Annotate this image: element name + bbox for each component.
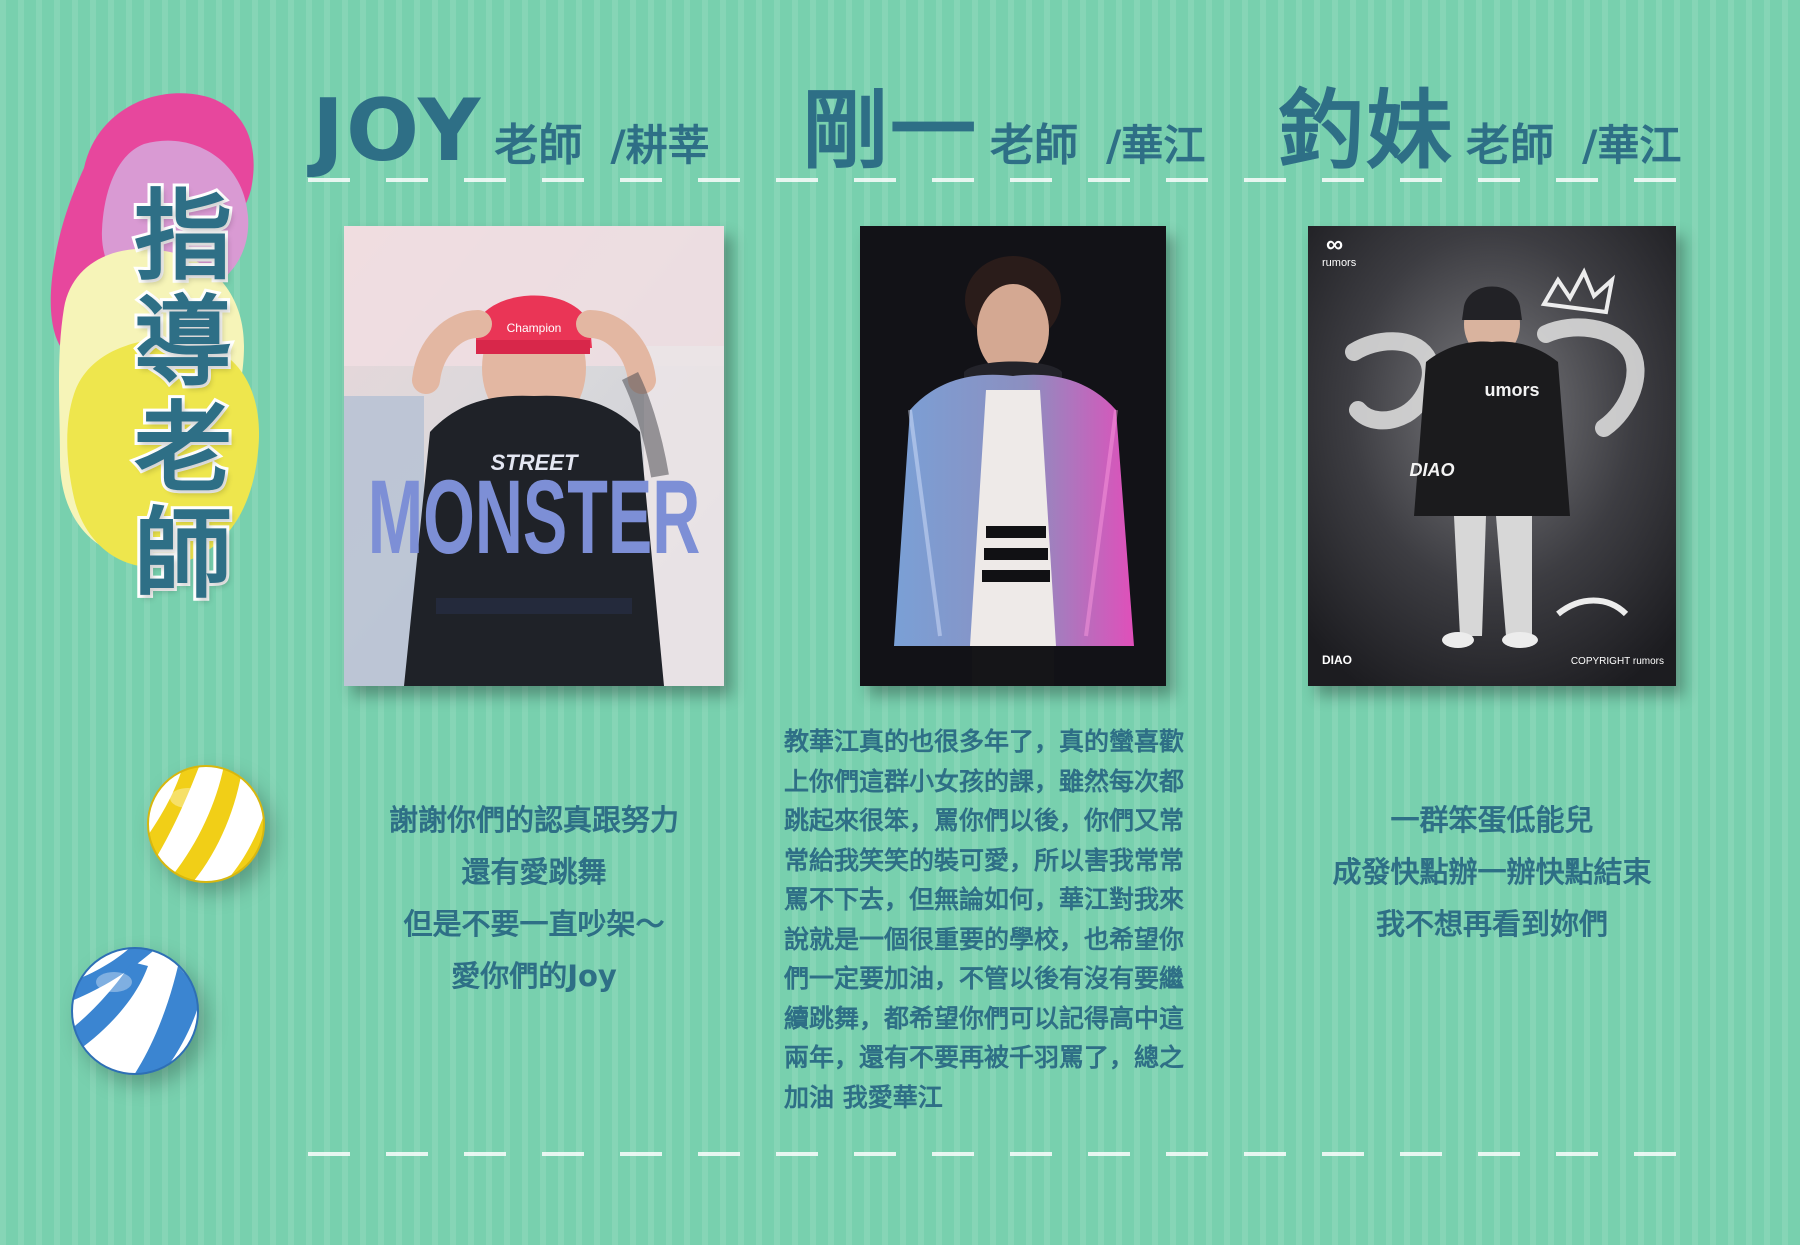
message-line: 教華江真的也很多年了，真的蠻喜歡 xyxy=(784,727,1185,756)
message-line: 跳起來很笨，罵你們以後，你們又常 xyxy=(784,806,1185,835)
title-char: 指 xyxy=(131,180,235,294)
bottom-divider xyxy=(308,1152,1710,1156)
message-line: 一群笨蛋低能兒 xyxy=(1390,803,1594,837)
teacher-role: 老師 xyxy=(494,120,583,171)
top-divider xyxy=(308,178,1710,182)
photo-shirt-text: umors xyxy=(1484,380,1539,400)
message-line: 但是不要一直吵架～ xyxy=(403,907,665,941)
title-block: 指 導 老 師 xyxy=(30,80,280,607)
teacher-name: 剛一 xyxy=(802,81,978,181)
message-line: 說就是一個很重要的學校，也希望你 xyxy=(784,924,1185,954)
message-line: 愛你們的Joy xyxy=(451,959,617,993)
photo-gangyi-image xyxy=(860,226,1166,686)
teacher-header-diao: 釣妹 老師 /華江 xyxy=(1278,88,1681,174)
teacher-name: JOY xyxy=(312,81,483,181)
teacher-photo-joy: Champion STREET MONSTER xyxy=(344,226,724,686)
photo-logo-text: rumors xyxy=(1322,257,1357,269)
teacher-header-row: JOY 老師 /耕莘 剛一 老師 /華江 釣妹 老師 /華江 xyxy=(300,88,1730,178)
teacher-campus: /華江 xyxy=(1106,121,1206,170)
beach-ball-icon xyxy=(71,947,199,1075)
page-title: 指 導 老 師 xyxy=(128,180,238,612)
title-char: 老 xyxy=(131,392,235,506)
message-line: 上你們這群小女孩的課，雖然每次都 xyxy=(784,766,1185,796)
message-line: 還有愛跳舞 xyxy=(461,855,607,889)
photo-bottom-right-text: COPYRIGHT rumors xyxy=(1571,656,1664,667)
teacher-campus: /耕莘 xyxy=(610,121,710,170)
beach-ball-icon xyxy=(147,765,265,883)
hat-logo-text: Champion xyxy=(507,321,562,335)
beach-ball-yellow xyxy=(146,764,266,884)
message-joy: 謝謝你們的認真跟努力 還有愛跳舞 但是不要一直吵架～ 愛你們的Joy xyxy=(344,794,724,1002)
message-line: 謝謝你們的認真跟努力 xyxy=(388,803,679,837)
message-line: 成發快點辦一辦快點結束 xyxy=(1332,855,1652,889)
teacher-photo-gangyi xyxy=(860,226,1166,686)
beach-ball-blue xyxy=(70,946,200,1076)
teacher-campus: /華江 xyxy=(1582,121,1682,170)
teacher-role: 老師 xyxy=(990,120,1078,171)
photo-logo-mark: ∞ xyxy=(1326,231,1343,258)
shirt-main-text: MONSTER xyxy=(368,457,700,575)
title-char: 導 xyxy=(131,286,235,400)
message-line: 續跳舞，都希望你們可以記得高中這 xyxy=(784,1003,1185,1033)
teacher-name: 釣妹 xyxy=(1278,81,1454,181)
message-line: 罵不下去，但無論如何，華江對我來 xyxy=(784,885,1185,914)
title-char: 師 xyxy=(131,498,235,612)
photo-joy-image: Champion STREET MONSTER xyxy=(344,226,724,686)
message-line: 兩年，還有不要再被千羽罵了，總之 xyxy=(784,1043,1185,1072)
message-line: 們一定要加油，不管以後有沒有要繼 xyxy=(784,964,1185,993)
teacher-header-gangyi: 剛一 老師 /華江 xyxy=(802,88,1205,174)
message-line: 加油 我愛華江 xyxy=(784,1082,943,1112)
photo-diao-image: ∞ rumors umors DIAO DIAO COPYRIGHT rumor… xyxy=(1308,226,1676,686)
message-line: 常給我笑笑的裝可愛，所以害我常常 xyxy=(784,845,1185,875)
message-gangyi: 教華江真的也很多年了，真的蠻喜歡 上你們這群小女孩的課，雖然每次都 跳起來很笨，… xyxy=(784,722,1244,1117)
photo-bottom-left-text: DIAO xyxy=(1322,653,1352,667)
teacher-photo-diao: ∞ rumors umors DIAO DIAO COPYRIGHT rumor… xyxy=(1308,226,1676,686)
message-line: 我不想再看到妳們 xyxy=(1375,907,1608,941)
teacher-role: 老師 xyxy=(1466,120,1554,171)
teacher-header-joy: JOY 老師 /耕莘 xyxy=(312,88,710,174)
message-diao: 一群笨蛋低能兒 成發快點辦一辦快點結束 我不想再看到妳們 xyxy=(1288,794,1696,950)
photo-tag-text: DIAO xyxy=(1410,460,1455,480)
